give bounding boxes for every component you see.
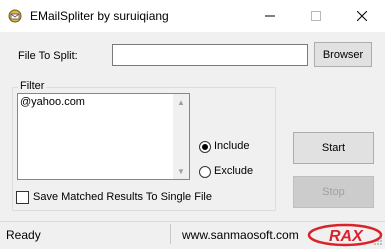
app-window: EMailSpliter by suruiqiang File To Split… bbox=[0, 0, 385, 249]
exclude-radio[interactable] bbox=[199, 166, 211, 178]
exclude-radio-label: Exclude bbox=[214, 165, 254, 177]
save-single-file-checkbox[interactable] bbox=[16, 191, 29, 204]
filter-text: @yahoo.com bbox=[20, 96, 85, 108]
filter-textarea[interactable]: @yahoo.com ▲ ▼ bbox=[17, 93, 190, 180]
rax-logo: RAX bbox=[307, 223, 383, 247]
start-button[interactable]: Start bbox=[293, 132, 374, 164]
title-bar[interactable]: EMailSpliter by suruiqiang bbox=[0, 0, 385, 32]
window-title: EMailSpliter by suruiqiang bbox=[30, 9, 169, 23]
include-radio-label: Include bbox=[214, 140, 250, 152]
scroll-down-icon[interactable]: ▼ bbox=[176, 166, 186, 176]
stop-button[interactable]: Stop bbox=[293, 176, 374, 208]
minimize-button[interactable] bbox=[247, 0, 293, 32]
resize-grip-icon[interactable] bbox=[373, 236, 383, 246]
close-button[interactable] bbox=[339, 0, 385, 32]
maximize-icon bbox=[311, 11, 321, 21]
status-divider bbox=[170, 224, 171, 244]
filter-group-label: Filter bbox=[18, 80, 47, 92]
file-to-split-label: File To Split: bbox=[18, 50, 78, 62]
browser-button[interactable]: Browser bbox=[314, 42, 372, 67]
status-website: www.sanmaosoft.com bbox=[182, 228, 299, 242]
save-single-file-label: Save Matched Results To Single File bbox=[33, 191, 212, 203]
include-radio[interactable] bbox=[199, 141, 211, 153]
file-to-split-input[interactable] bbox=[112, 44, 308, 66]
app-icon bbox=[8, 9, 22, 23]
filter-scrollbar[interactable]: ▲ ▼ bbox=[173, 94, 189, 179]
scroll-up-icon[interactable]: ▲ bbox=[176, 97, 186, 107]
close-icon bbox=[357, 11, 367, 21]
maximize-button[interactable] bbox=[293, 0, 339, 32]
minimize-icon bbox=[265, 15, 275, 17]
status-ready: Ready bbox=[6, 228, 41, 242]
rax-logo-text: RAX bbox=[329, 228, 364, 245]
